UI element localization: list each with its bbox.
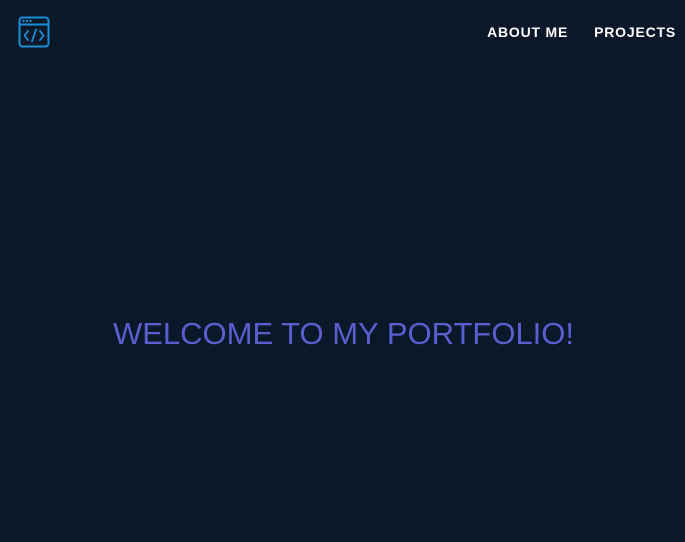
nav-links: ABOUT ME PROJECTS	[487, 24, 676, 40]
hero-title: WELCOME TO MY PORTFOLIO!	[112, 316, 575, 351]
page: ABOUT ME PROJECTS WELCOME TO MY PORTFOLI…	[0, 0, 685, 542]
nav-link-about-me[interactable]: ABOUT ME	[487, 24, 568, 40]
hero-section: WELCOME TO MY PORTFOLIO!	[0, 314, 685, 354]
navbar: ABOUT ME PROJECTS	[0, 0, 685, 64]
code-window-icon[interactable]	[18, 16, 50, 48]
nav-link-projects[interactable]: PROJECTS	[594, 24, 676, 40]
